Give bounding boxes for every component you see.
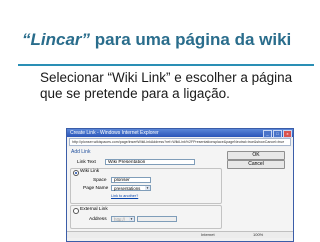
window-controls: _ □ x: [263, 130, 292, 138]
window-title: Create Link - Windows Internet Explorer: [70, 130, 159, 136]
link-text-input[interactable]: Wiki Presentation: [105, 159, 195, 165]
wiki-link-label: Wiki Link: [80, 169, 100, 174]
wiki-link-radio[interactable]: [73, 170, 79, 176]
ok-button[interactable]: OK: [227, 151, 285, 160]
external-link-radio[interactable]: [73, 208, 79, 214]
external-link-label: External Link: [80, 207, 108, 212]
bullet-text: Selecionar “Wiki Link” e escolher a pági…: [40, 70, 293, 101]
zoom-level[interactable]: 100%: [253, 232, 263, 238]
create-link-window: Create Link - Windows Internet Explorer …: [66, 128, 294, 242]
status-zone: Internet: [201, 232, 215, 237]
space-label: Space: [93, 178, 107, 183]
external-address-input[interactable]: [137, 216, 177, 222]
slide-title-quoted: “Lincar”: [22, 30, 91, 49]
status-bar: Internet 100%: [67, 231, 293, 238]
slide-title-rest: para uma página da wiki: [94, 30, 292, 49]
bullet-item: Selecionar “Wiki Link” e escolher a pági…: [24, 70, 314, 102]
link-text-label: Link Text: [77, 160, 96, 165]
protocol-select[interactable]: http:// ▼: [111, 216, 135, 222]
page-name-value: presentations: [114, 186, 141, 191]
minimize-icon[interactable]: _: [263, 130, 272, 138]
space-input[interactable]: plonser: [111, 177, 151, 183]
maximize-icon[interactable]: □: [273, 130, 282, 138]
close-icon[interactable]: x: [283, 130, 292, 138]
dialog-body: Add Link OK Cancel Link Text Wiki Presen…: [67, 147, 293, 238]
address-value: http://: [114, 217, 125, 222]
page-name-select[interactable]: presentations ▼: [111, 185, 151, 191]
chevron-down-icon: ▼: [129, 217, 134, 221]
chevron-down-icon: ▼: [145, 186, 150, 190]
slide-title: “Lincar” para uma página da wiki: [22, 30, 291, 50]
address-bar[interactable]: http://plonser.wikispaces.com/page/inser…: [69, 138, 291, 146]
cancel-button[interactable]: Cancel: [227, 160, 285, 169]
window-titlebar: Create Link - Windows Internet Explorer …: [67, 129, 293, 138]
page-name-label: Page Name: [83, 186, 109, 191]
dialog-heading: Add Link: [71, 149, 91, 155]
page-link-hint[interactable]: Link to another?: [111, 194, 138, 198]
address-label: Address: [89, 217, 107, 222]
title-divider: [18, 64, 314, 66]
